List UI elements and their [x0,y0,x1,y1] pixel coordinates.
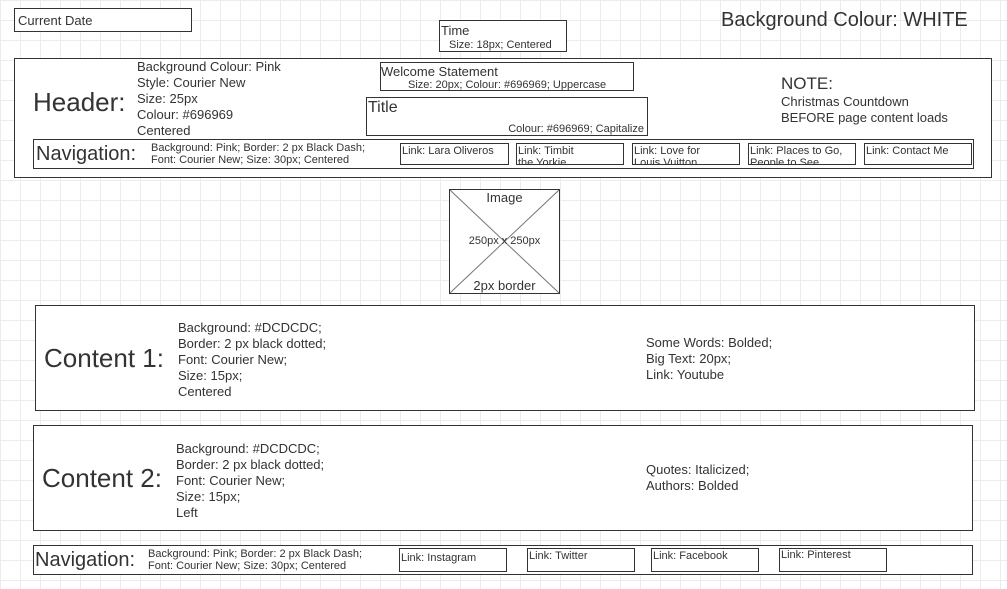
title-label: Title [368,99,398,116]
note-line: Christmas Countdown [781,94,909,109]
content-2-box: Content 2: Background: #DCDCDC; Border: … [33,425,973,531]
content-2-style: Background: #DCDCDC; Border: 2 px black … [176,441,324,521]
content-1-box: Content 1: Background: #DCDCDC; Border: … [35,305,975,411]
header-style: Background Colour: Pink Style: Courier N… [137,59,281,139]
nav-label: Navigation: [35,549,136,571]
nav-link-pinterest[interactable]: Link: Pinterest [779,548,887,572]
style-line: Centered [178,384,232,399]
style-line: Size: 25px [137,91,198,106]
style-line: Size: 15px; [176,489,241,504]
nav-link-timbit[interactable]: Link: Timbit the Yorkie [516,143,624,165]
style-line: Background: Pink; Border: 2 px Black Das… [151,142,365,154]
style-line: Left [176,505,198,520]
style-line: Font: Courier New; Size: 30px; Centered [148,560,347,572]
style-line: Background: #DCDCDC; [178,320,322,335]
footer-nav-box: Navigation: Background: Pink; Border: 2 … [33,545,973,575]
note-line: Quotes: Italicized; [646,462,750,477]
title-box: Title Colour: #696969; Capitalize [366,97,648,136]
style-line: Centered [137,123,191,138]
nav-link-instagram[interactable]: Link: Instagram [399,548,507,572]
style-line: Font: Courier New; Size: 30px; Centered [151,154,350,166]
style-line: Colour: #696969 [137,107,234,122]
welcome-label: Welcome Statement [381,64,498,79]
time-note: Size: 18px; Centered [449,39,552,51]
style-line: Background: #DCDCDC; [176,441,320,456]
nav-style: Background: Pink; Border: 2 px Black Das… [151,142,365,166]
welcome-note: Size: 20px; Colour: #696969; Uppercase [408,79,607,91]
nav-link-facebook[interactable]: Link: Facebook [651,548,759,572]
note-heading: NOTE: [781,74,833,93]
image-size: 250px x 250px [468,235,541,247]
style-line: Background: Pink; Border: 2 px Black Das… [148,548,362,560]
content-2-label: Content 2: [42,463,162,493]
nav-label: Navigation: [36,143,137,165]
nav-link-places[interactable]: Link: Places to Go, People to See [748,143,856,165]
image-placeholder: Image 250px x 250px 2px border [449,189,560,294]
welcome-statement-box: Welcome Statement Size: 20px; Colour: #6… [380,62,634,91]
current-date-box: Current Date [14,8,192,32]
note-line: Authors: Bolded [646,478,739,493]
header-box: Header: Background Colour: Pink Style: C… [14,58,992,178]
note-line: BEFORE page content loads [781,110,948,125]
header-nav-box: Navigation: Background: Pink; Border: 2 … [33,139,974,169]
note-line: Link: Youtube [646,367,725,382]
nav-link-louis-vuitton[interactable]: Link: Love for Louis Vuitton [632,143,740,165]
note-line: Some Words: Bolded; [646,335,773,350]
style-line: Size: 15px; [178,368,243,383]
nav-link-lara-oliveros[interactable]: Link: Lara Oliveros [400,143,509,165]
nav-link-contact-me[interactable]: Link: Contact Me [864,143,972,165]
note: NOTE: Christmas Countdown BEFORE page co… [781,74,948,126]
content-2-notes: Quotes: Italicized; Authors: Bolded [646,462,749,494]
time-label: Time [441,23,470,38]
title-note: Colour: #696969; Capitalize [508,123,644,135]
style-line: Border: 2 px black dotted; [178,336,327,351]
style-line: Border: 2 px black dotted; [176,457,325,472]
style-line: Font: Courier New; [178,352,288,367]
nav-link-twitter[interactable]: Link: Twitter [527,548,635,572]
content-1-label: Content 1: [44,343,164,373]
image-label: Image [486,190,523,205]
style-line: Style: Courier New [137,75,246,90]
time-box: Time Size: 18px; Centered [439,20,567,52]
background-note: Background Colour: WHITE [721,9,968,31]
image-border-note: 2px border [473,278,536,293]
style-line: Font: Courier New; [176,473,286,488]
content-1-style: Background: #DCDCDC; Border: 2 px black … [178,320,326,400]
content-1-notes: Some Words: Bolded; Big Text: 20px; Link… [646,335,772,383]
nav-style: Background: Pink; Border: 2 px Black Das… [148,548,362,572]
style-line: Background Colour: Pink [137,59,281,74]
note-line: Big Text: 20px; [646,351,732,366]
header-label: Header: [33,87,126,117]
